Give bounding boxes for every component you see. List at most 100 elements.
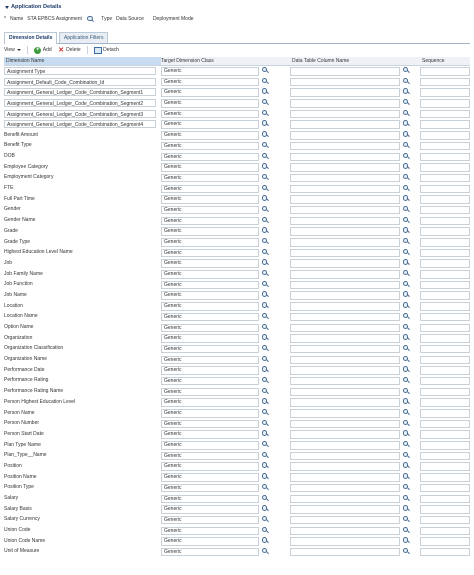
sequence-input[interactable] — [420, 141, 470, 151]
sequence-input[interactable] — [420, 227, 470, 236]
sequence-input[interactable] — [420, 344, 470, 354]
target-class-select[interactable]: Generic — [161, 430, 259, 439]
sequence-input[interactable] — [420, 473, 470, 482]
sequence-input[interactable] — [420, 376, 470, 386]
sequence-input[interactable] — [420, 430, 470, 439]
target-class-select[interactable]: Generic — [161, 131, 259, 140]
sequence-input[interactable] — [420, 131, 470, 140]
search-icon[interactable] — [262, 473, 268, 479]
target-class-select[interactable]: Generic — [161, 184, 259, 194]
sequence-input[interactable] — [420, 419, 470, 429]
search-icon[interactable] — [262, 366, 268, 372]
search-icon[interactable] — [403, 483, 409, 490]
data-column-input[interactable] — [290, 344, 400, 354]
search-icon[interactable] — [262, 494, 268, 501]
search-icon[interactable] — [262, 323, 268, 330]
data-column-input[interactable] — [290, 227, 400, 236]
data-column-input[interactable] — [290, 483, 400, 493]
target-class-select[interactable]: Generic — [161, 173, 259, 183]
search-icon[interactable] — [403, 441, 409, 447]
search-icon[interactable] — [403, 462, 409, 468]
search-icon[interactable] — [262, 419, 268, 426]
target-class-select[interactable]: Generic — [161, 259, 259, 268]
search-icon[interactable] — [403, 302, 409, 308]
target-class-select[interactable]: Generic — [161, 547, 259, 557]
sequence-input[interactable] — [420, 109, 470, 119]
data-column-input[interactable] — [290, 216, 400, 226]
table-row[interactable]: Union Code Generic — [4, 526, 470, 537]
sequence-input[interactable] — [420, 152, 470, 161]
search-icon[interactable] — [403, 184, 409, 191]
target-class-select[interactable]: Generic — [161, 505, 259, 514]
target-class-select[interactable]: Generic — [161, 302, 259, 311]
target-class-select[interactable]: Generic — [161, 355, 259, 365]
sequence-input[interactable] — [420, 451, 470, 461]
table-row[interactable]: Assignment_General_Ledger_Code_Combinati… — [4, 87, 470, 98]
sequence-input[interactable] — [420, 184, 470, 194]
data-column-input[interactable] — [290, 334, 400, 343]
search-icon[interactable] — [403, 280, 409, 287]
search-icon[interactable] — [403, 291, 409, 297]
sequence-input[interactable] — [420, 547, 470, 557]
data-column-input[interactable] — [290, 88, 400, 97]
target-class-select[interactable]: Generic — [161, 323, 259, 332]
search-icon[interactable] — [262, 355, 268, 362]
sequence-input[interactable] — [420, 366, 470, 375]
data-column-input[interactable] — [290, 409, 400, 418]
target-class-select[interactable]: Generic — [161, 366, 259, 375]
search-icon[interactable] — [262, 163, 268, 169]
table-row[interactable]: Salary Basis Generic — [4, 504, 470, 515]
sequence-input[interactable] — [420, 163, 470, 172]
table-row[interactable]: Employment Category Generic — [4, 173, 470, 184]
table-row[interactable]: Organization Classification Generic — [4, 344, 470, 355]
column-header-sequence[interactable]: Sequence — [422, 57, 445, 65]
sequence-input[interactable] — [420, 77, 470, 87]
target-class-select[interactable]: Generic — [161, 67, 259, 76]
table-row[interactable]: FTE Generic — [4, 184, 470, 195]
table-row[interactable]: Position Generic — [4, 461, 470, 472]
search-icon[interactable] — [262, 376, 268, 383]
search-icon[interactable] — [403, 152, 409, 159]
search-icon[interactable] — [262, 483, 268, 490]
tab-dimension-details[interactable]: Dimension Details — [4, 32, 58, 44]
data-column-input[interactable] — [290, 376, 400, 386]
search-icon[interactable] — [403, 366, 409, 372]
data-column-input[interactable] — [290, 184, 400, 194]
sequence-input[interactable] — [420, 99, 470, 108]
search-icon[interactable] — [403, 451, 409, 458]
search-icon[interactable] — [262, 259, 268, 265]
target-class-select[interactable]: Generic — [161, 515, 259, 525]
dimension-name-cell[interactable]: Assignment_General_Ledger_Code_Combinati… — [4, 120, 156, 129]
target-class-select[interactable]: Generic — [161, 398, 259, 407]
data-column-input[interactable] — [290, 473, 400, 482]
search-icon[interactable] — [403, 120, 409, 126]
search-icon[interactable] — [403, 473, 409, 479]
search-icon[interactable] — [262, 248, 268, 255]
table-row[interactable]: Job Family Name Generic — [4, 269, 470, 280]
target-class-select[interactable]: Generic — [161, 227, 259, 236]
dimension-name-cell[interactable]: Assignment_General_Ledger_Code_Combinati… — [4, 88, 156, 97]
add-button[interactable]: + Add — [34, 46, 52, 54]
sequence-input[interactable] — [420, 387, 470, 397]
data-column-input[interactable] — [290, 280, 400, 290]
data-column-input[interactable] — [290, 462, 400, 471]
target-class-select[interactable]: Generic — [161, 462, 259, 471]
search-icon[interactable] — [262, 109, 268, 116]
search-icon[interactable] — [403, 505, 409, 511]
target-class-select[interactable]: Generic — [161, 419, 259, 429]
search-icon[interactable] — [262, 195, 268, 201]
search-icon[interactable] — [87, 16, 93, 22]
search-icon[interactable] — [403, 77, 409, 84]
target-class-select[interactable]: Generic — [161, 205, 259, 215]
table-row[interactable]: Option Name Generic — [4, 323, 470, 334]
table-row[interactable]: Organization Generic — [4, 333, 470, 344]
sequence-input[interactable] — [420, 270, 470, 279]
search-icon[interactable] — [403, 409, 409, 415]
table-row[interactable]: Person Number Generic — [4, 419, 470, 430]
view-menu[interactable]: View — [4, 47, 22, 53]
table-row[interactable]: Assignment_General_Ledger_Code_Combinati… — [4, 119, 470, 130]
table-row[interactable]: Person Name Generic — [4, 408, 470, 419]
search-icon[interactable] — [403, 99, 409, 105]
data-column-input[interactable] — [290, 238, 400, 247]
sequence-input[interactable] — [420, 515, 470, 525]
